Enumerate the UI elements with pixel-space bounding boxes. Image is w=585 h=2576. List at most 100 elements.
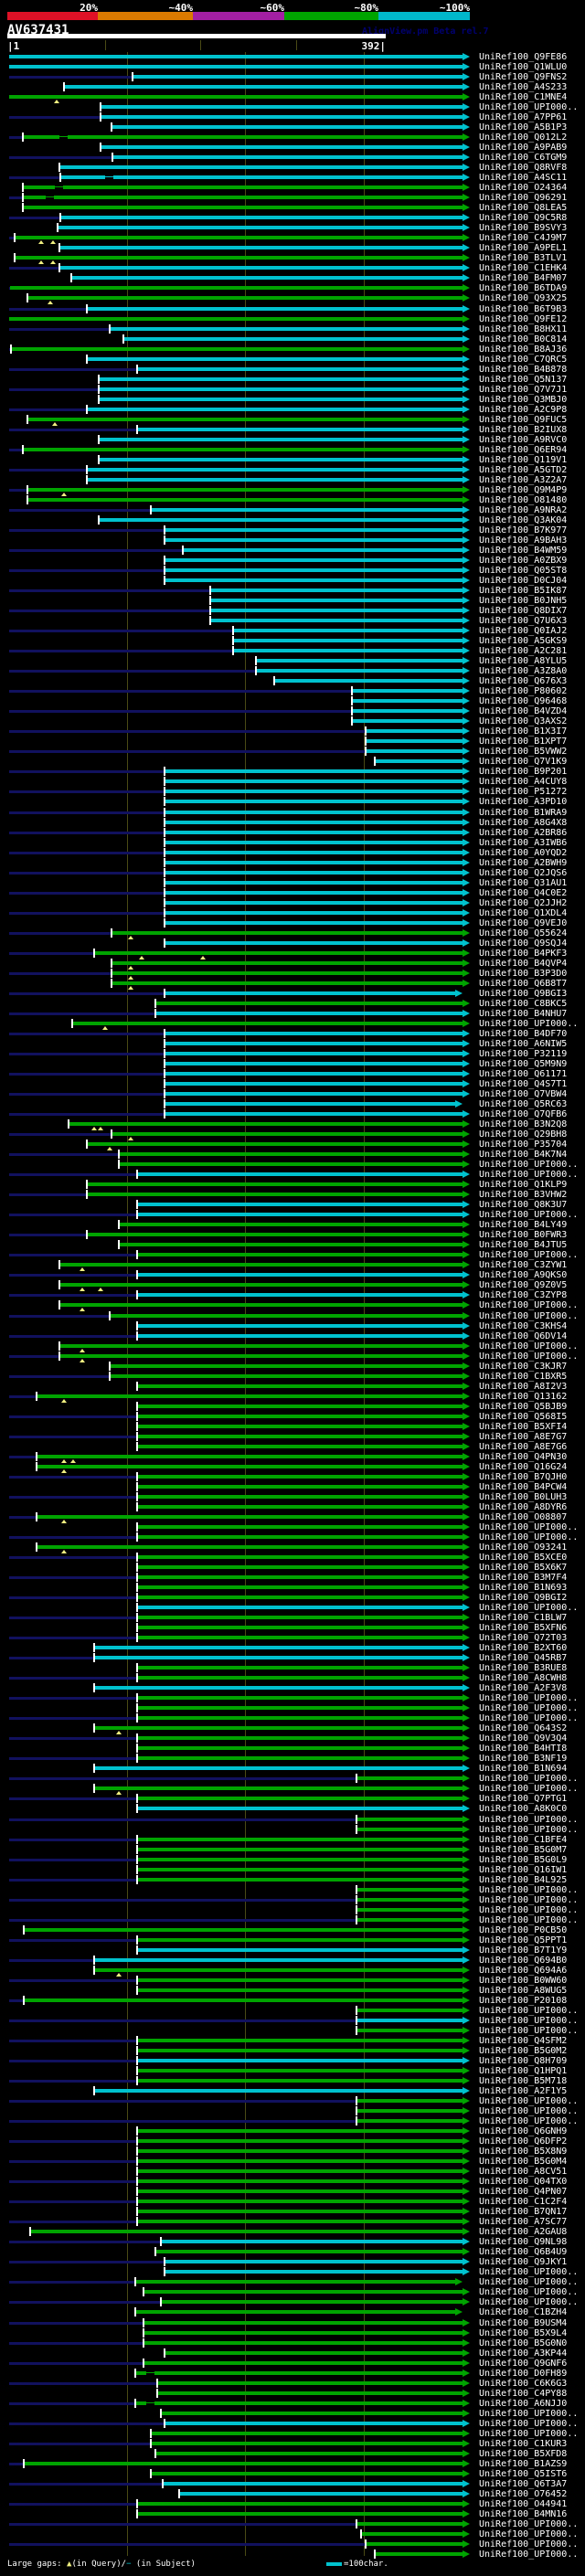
subject-label[interactable]: UniRef100_Q04TX0 [479, 2178, 567, 2187]
alignment-bar[interactable] [137, 1807, 463, 1810]
alignment-bar[interactable] [165, 1112, 463, 1116]
subject-label[interactable]: UniRef100_Q5IST6 [479, 2470, 567, 2479]
alignment-bar[interactable] [59, 165, 463, 169]
subject-label[interactable]: UniRef100_A8CWH8 [479, 1674, 567, 1683]
subject-label[interactable]: UniRef100_Q6B8T7 [479, 980, 567, 989]
subject-label[interactable]: UniRef100_Q0IAJ2 [479, 627, 567, 636]
alignment-bar[interactable] [23, 135, 463, 139]
alignment-bar[interactable] [87, 468, 463, 472]
subject-label[interactable]: UniRef100_B3RUE8 [479, 1664, 567, 1673]
subject-label[interactable]: UniRef100_B5X8N9 [479, 2147, 567, 2157]
subject-label[interactable]: UniRef100_UPI000.. [479, 2520, 578, 2529]
subject-label[interactable]: UniRef100_Q3MBJ0 [479, 396, 567, 405]
subject-label[interactable]: UniRef100_Q3AK04 [479, 516, 567, 525]
subject-label[interactable]: UniRef100_A8CV51 [479, 2168, 567, 2177]
alignment-bar[interactable] [137, 2210, 463, 2213]
subject-label[interactable]: UniRef100_B4L925 [479, 1876, 567, 1885]
alignment-bar[interactable] [165, 841, 463, 844]
alignment-bar[interactable] [137, 2169, 463, 2173]
alignment-bar[interactable] [137, 2512, 463, 2516]
subject-label[interactable]: UniRef100_D0FH89 [479, 2369, 567, 2379]
subject-label[interactable]: UniRef100_UPI000.. [479, 2117, 578, 2126]
alignment-bar[interactable] [137, 1848, 463, 1851]
alignment-bar[interactable] [137, 1988, 463, 1992]
alignment-bar[interactable] [99, 377, 463, 381]
subject-label[interactable]: UniRef100_B1N694 [479, 1765, 567, 1774]
subject-label[interactable]: UniRef100_Q5N137 [479, 376, 567, 385]
alignment-bar[interactable] [137, 1415, 463, 1418]
subject-label[interactable]: UniRef100_Q9VEJ0 [479, 919, 567, 928]
alignment-bar[interactable] [137, 1706, 463, 1710]
alignment-bar[interactable] [137, 2079, 463, 2083]
subject-label[interactable]: UniRef100_P35704 [479, 1140, 567, 1150]
alignment-bar[interactable] [94, 1786, 463, 1790]
subject-label[interactable]: UniRef100_UPI000.. [479, 2017, 578, 2026]
subject-label[interactable]: UniRef100_A9QKS0 [479, 1271, 567, 1280]
subject-label[interactable]: UniRef100_B6TDA9 [479, 284, 567, 293]
alignment-bar[interactable] [137, 1475, 463, 1479]
subject-label[interactable]: UniRef100_Q8DIX7 [479, 607, 567, 616]
alignment-bar[interactable] [165, 901, 463, 905]
subject-label[interactable]: UniRef100_Q7U6X3 [479, 617, 567, 626]
alignment-bar[interactable] [137, 1425, 463, 1428]
subject-label[interactable]: UniRef100_A2F3V8 [479, 1684, 567, 1693]
alignment-bar[interactable] [356, 2119, 463, 2123]
subject-label[interactable]: UniRef100_UPI000.. [479, 1342, 578, 1352]
subject-label[interactable]: UniRef100_Q6DFP2 [479, 2137, 567, 2147]
subject-label[interactable]: UniRef100_B5G0M2 [479, 2047, 567, 2056]
alignment-bar[interactable] [135, 2310, 455, 2314]
subject-label[interactable]: UniRef100_UPI000.. [479, 2107, 578, 2116]
alignment-bar[interactable] [356, 2109, 463, 2113]
subject-label[interactable]: UniRef100_UPI000.. [479, 2540, 578, 2549]
subject-label[interactable]: UniRef100_UPI000.. [479, 2268, 578, 2277]
subject-label[interactable]: UniRef100_B7QJH0 [479, 1473, 567, 1482]
subject-label[interactable]: UniRef100_C1EHK4 [479, 264, 567, 273]
subject-label[interactable]: UniRef100_A4CUY8 [479, 778, 567, 787]
subject-label[interactable]: UniRef100_Q9V3Q4 [479, 1734, 567, 1744]
alignment-bar[interactable] [165, 538, 463, 542]
alignment-bar[interactable] [27, 418, 463, 421]
alignment-bar[interactable] [94, 1726, 463, 1730]
alignment-bar[interactable] [352, 719, 463, 723]
subject-label[interactable]: UniRef100_B7K977 [479, 526, 567, 535]
alignment-bar[interactable] [366, 739, 463, 743]
subject-label[interactable]: UniRef100_Q16G24 [479, 1463, 567, 1472]
subject-label[interactable]: UniRef100_B9USM4 [479, 2319, 567, 2328]
alignment-bar[interactable] [137, 1736, 463, 1740]
alignment-bar[interactable] [37, 1515, 463, 1519]
alignment-bar[interactable] [165, 1102, 455, 1106]
alignment-bar[interactable] [135, 2401, 463, 2405]
alignment-bar[interactable] [137, 1626, 463, 1629]
alignment-bar[interactable] [137, 2049, 463, 2052]
subject-label[interactable]: UniRef100_A8I2V3 [479, 1383, 567, 1392]
subject-label[interactable]: UniRef100_B4LY49 [479, 1221, 567, 1230]
subject-label[interactable]: UniRef100_UPI000.. [479, 2298, 578, 2307]
subject-label[interactable]: UniRef100_UPI000.. [479, 2420, 578, 2429]
alignment-bar[interactable] [137, 1858, 463, 1861]
alignment-bar[interactable] [137, 1565, 463, 1569]
alignment-bar[interactable] [37, 1455, 463, 1458]
alignment-bar[interactable] [137, 1696, 463, 1700]
alignment-bar[interactable] [165, 769, 463, 773]
subject-label[interactable]: UniRef100_P80602 [479, 687, 567, 696]
subject-label[interactable]: UniRef100_B8HX11 [479, 325, 567, 334]
alignment-bar[interactable] [101, 105, 463, 109]
subject-label[interactable]: UniRef100_A9RVC0 [479, 436, 567, 445]
alignment-bar[interactable] [356, 1776, 463, 1780]
subject-label[interactable]: UniRef100_UPI000.. [479, 2410, 578, 2419]
alignment-bar[interactable] [157, 2381, 463, 2385]
subject-label[interactable]: UniRef100_Q4PN30 [479, 1453, 567, 1462]
subject-label[interactable]: UniRef100_UPI000.. [479, 1352, 578, 1362]
alignment-bar[interactable] [165, 1042, 463, 1045]
alignment-bar[interactable] [137, 1868, 463, 1871]
subject-label[interactable]: UniRef100_Q2JJH2 [479, 899, 567, 908]
alignment-bar[interactable] [137, 1575, 463, 1579]
alignment-bar[interactable] [144, 2341, 463, 2345]
subject-label[interactable]: UniRef100_B4HTI8 [479, 1744, 567, 1754]
alignment-bar[interactable] [144, 2290, 463, 2294]
subject-label[interactable]: UniRef100_B3P3D0 [479, 970, 567, 979]
subject-label[interactable]: UniRef100_Q694B0 [479, 1956, 567, 1966]
alignment-bar[interactable] [356, 2522, 463, 2526]
subject-label[interactable]: UniRef100_Q4C0E2 [479, 889, 567, 898]
subject-label[interactable]: UniRef100_UPI000.. [479, 1785, 578, 1794]
